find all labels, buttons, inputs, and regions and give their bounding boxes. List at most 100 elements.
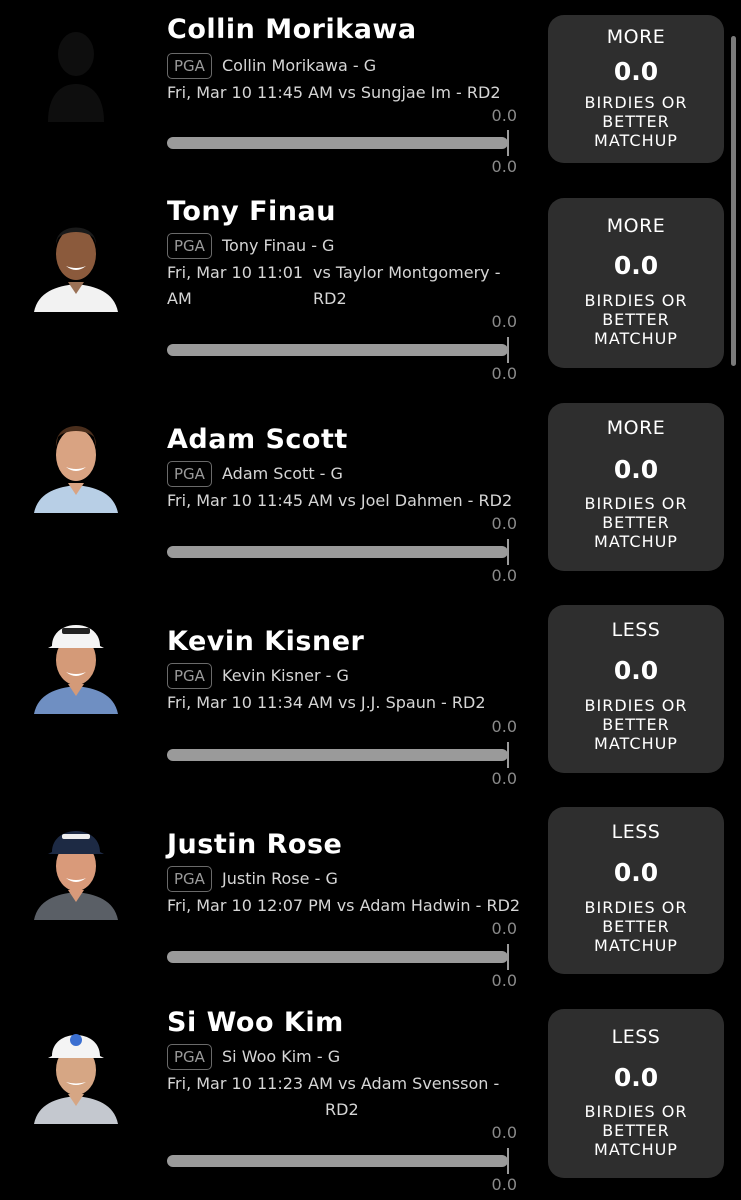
player-photo-icon xyxy=(34,610,118,714)
progress-value-top: 0.0 xyxy=(491,514,517,533)
progress-marker xyxy=(507,337,509,363)
player-name: Tony Finau xyxy=(167,196,336,227)
pick-direction: MORE xyxy=(606,417,666,439)
pick-value: 0.0 xyxy=(613,455,659,484)
pick-category: BETTER xyxy=(602,513,670,532)
game-info: Fri, Mar 10 11:23 AM vs Adam Svensson - xyxy=(167,1074,500,1093)
player-avatar xyxy=(34,816,118,920)
pick-value: 0.0 xyxy=(613,858,659,887)
player-avatar xyxy=(34,409,118,513)
league-badge: PGA xyxy=(167,663,212,689)
game-time: AM xyxy=(167,289,192,308)
progress-value-bottom: 0.0 xyxy=(491,971,517,990)
progress-marker xyxy=(507,742,509,768)
pick-direction: LESS xyxy=(611,619,661,641)
pick-value: 0.0 xyxy=(613,251,659,280)
player-name: Adam Scott xyxy=(167,424,348,455)
player-name: Kevin Kisner xyxy=(167,626,365,657)
player-row[interactable]: Tony Finau PGA Tony Finau - G Fri, Mar 1… xyxy=(0,190,741,395)
pick-direction: LESS xyxy=(611,821,661,843)
pick-value: 0.0 xyxy=(613,656,659,685)
progress-value-top: 0.0 xyxy=(491,717,517,736)
progress-track xyxy=(167,546,508,558)
progress-value-bottom: 0.0 xyxy=(491,769,517,788)
pick-category: MATCHUP xyxy=(594,532,678,551)
player-position: Tony Finau - G xyxy=(222,236,335,255)
player-row[interactable]: Adam Scott PGA Adam Scott - G Fri, Mar 1… xyxy=(0,395,741,600)
progress-marker xyxy=(507,539,509,565)
pick-card[interactable]: LESS 0.0 BIRDIES OR BETTER MATCHUP xyxy=(548,1009,724,1178)
progress-marker xyxy=(507,130,509,156)
progress-track xyxy=(167,749,508,761)
pick-card[interactable]: MORE 0.0 BIRDIES OR BETTER MATCHUP xyxy=(548,198,724,368)
pick-category: MATCHUP xyxy=(594,936,678,955)
progress-marker xyxy=(507,944,509,970)
player-avatar xyxy=(34,610,118,714)
pick-card[interactable]: MORE 0.0 BIRDIES OR BETTER MATCHUP xyxy=(548,15,724,163)
game-info: Fri, Mar 10 12:07 PM vs Adam Hadwin - RD… xyxy=(167,896,521,915)
pick-category: BETTER xyxy=(602,917,670,936)
pick-category: MATCHUP xyxy=(594,734,678,753)
game-info: Fri, Mar 10 11:45 AM vs Joel Dahmen - RD… xyxy=(167,491,513,510)
player-name: Justin Rose xyxy=(167,829,343,860)
player-position: Collin Morikawa - G xyxy=(222,56,377,75)
pick-card[interactable]: LESS 0.0 BIRDIES OR BETTER MATCHUP xyxy=(548,807,724,974)
player-position: Kevin Kisner - G xyxy=(222,666,349,685)
pick-category: BIRDIES OR xyxy=(584,93,688,112)
league-badge: PGA xyxy=(167,1044,212,1070)
player-position: Justin Rose - G xyxy=(222,869,338,888)
progress-value-top: 0.0 xyxy=(491,1123,517,1142)
progress-value-bottom: 0.0 xyxy=(491,157,517,176)
player-row[interactable]: Si Woo Kim PGA Si Woo Kim - G Fri, Mar 1… xyxy=(0,1004,741,1200)
game-info: Fri, Mar 10 11:34 AM vs J.J. Spaun - RD2 xyxy=(167,693,486,712)
player-avatar xyxy=(34,208,118,312)
player-position: Adam Scott - G xyxy=(222,464,343,483)
pick-category: BETTER xyxy=(602,715,670,734)
player-row[interactable]: Justin Rose PGA Justin Rose - G Fri, Mar… xyxy=(0,802,741,1004)
pick-category: BETTER xyxy=(602,310,670,329)
player-row[interactable]: Kevin Kisner PGA Kevin Kisner - G Fri, M… xyxy=(0,600,741,802)
player-position: Si Woo Kim - G xyxy=(222,1047,341,1066)
progress-track xyxy=(167,951,508,963)
progress-value-bottom: 0.0 xyxy=(491,1175,517,1194)
player-avatar-silhouette xyxy=(34,18,118,122)
pick-category: BIRDIES OR xyxy=(584,696,688,715)
pick-card[interactable]: LESS 0.0 BIRDIES OR BETTER MATCHUP xyxy=(548,605,724,773)
scrollbar[interactable] xyxy=(731,36,736,366)
league-badge: PGA xyxy=(167,233,212,259)
game-time: Fri, Mar 10 11:01 xyxy=(167,263,304,282)
progress-track xyxy=(167,1155,508,1167)
pick-category: BETTER xyxy=(602,112,670,131)
player-avatar xyxy=(34,1020,118,1124)
league-badge: PGA xyxy=(167,53,212,79)
pick-card[interactable]: MORE 0.0 BIRDIES OR BETTER MATCHUP xyxy=(548,403,724,571)
game-round: RD2 xyxy=(313,289,347,308)
player-row[interactable]: Collin Morikawa PGA Collin Morikawa - G … xyxy=(0,0,741,190)
pick-value: 0.0 xyxy=(613,57,659,86)
pick-category: MATCHUP xyxy=(594,131,678,150)
pick-category: BIRDIES OR xyxy=(584,291,688,310)
progress-track xyxy=(167,137,508,149)
pick-category: BIRDIES OR xyxy=(584,898,688,917)
pick-category: BIRDIES OR xyxy=(584,494,688,513)
progress-value-top: 0.0 xyxy=(491,312,517,331)
player-photo-icon xyxy=(34,208,118,312)
silhouette-icon xyxy=(48,32,104,122)
pick-category: BETTER xyxy=(602,1121,670,1140)
progress-value-bottom: 0.0 xyxy=(491,566,517,585)
game-info: Fri, Mar 10 11:45 AM vs Sungjae Im - RD2 xyxy=(167,83,501,102)
progress-value-top: 0.0 xyxy=(491,106,517,125)
league-badge: PGA xyxy=(167,866,212,892)
league-badge: PGA xyxy=(167,461,212,487)
pick-direction: MORE xyxy=(606,26,666,48)
pick-direction: LESS xyxy=(611,1026,661,1048)
game-opponent: vs Taylor Montgomery - xyxy=(313,263,501,282)
progress-marker xyxy=(507,1148,509,1174)
player-photo-icon xyxy=(34,1020,118,1124)
player-photo-icon xyxy=(34,816,118,920)
progress-value-top: 0.0 xyxy=(491,919,517,938)
pick-category: MATCHUP xyxy=(594,329,678,348)
pick-direction: MORE xyxy=(606,215,666,237)
player-name: Si Woo Kim xyxy=(167,1007,344,1038)
pick-value: 0.0 xyxy=(613,1063,659,1092)
